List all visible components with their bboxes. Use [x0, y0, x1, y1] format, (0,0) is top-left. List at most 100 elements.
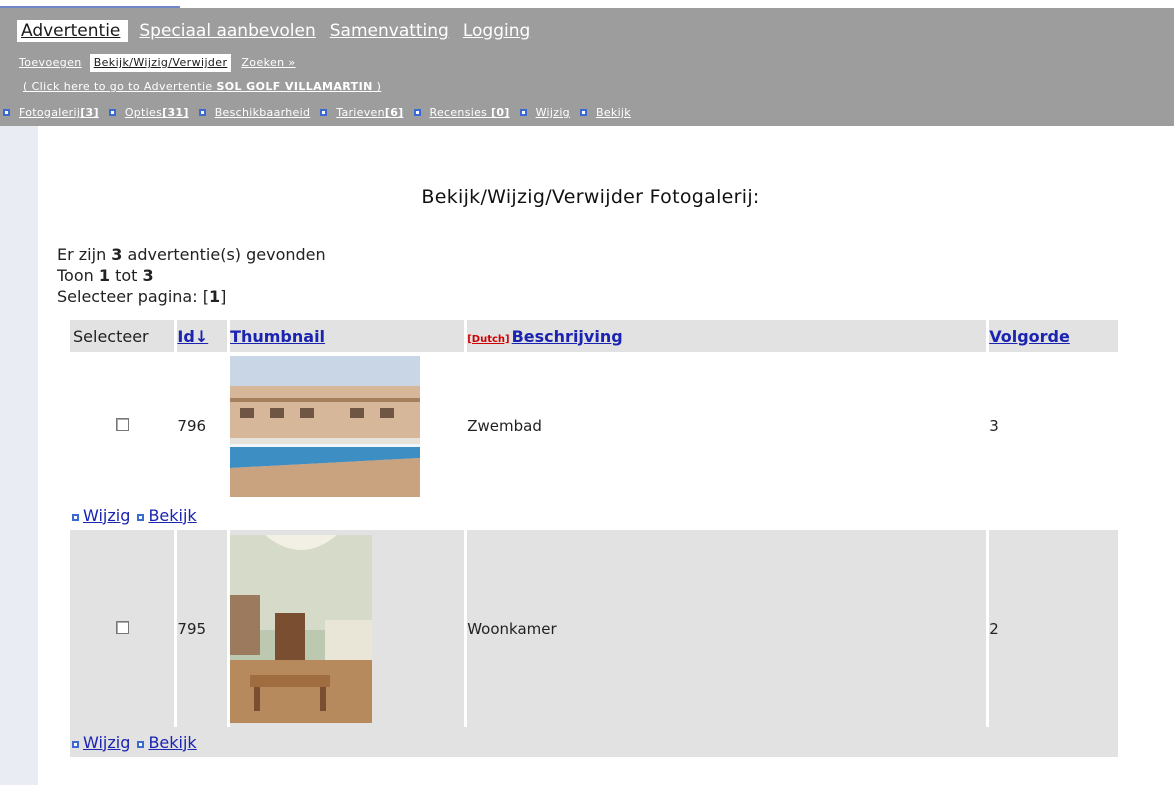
sub-nav: Toevoegen Bekijk/Wijzig/Verwijder Zoeken… [19, 54, 304, 72]
section-label: Recensies [0] [430, 106, 510, 119]
go-to-advert-link[interactable]: ( Click here to go to Advertentie SOL GO… [23, 80, 381, 93]
bullet-icon [579, 109, 587, 116]
header-thumbnail: Thumbnail [230, 320, 465, 352]
sort-thumbnail-link[interactable]: Thumbnail [230, 327, 325, 346]
go-to-advert-prefix: ( Click here to go to Advertentie [23, 80, 217, 93]
edit-link[interactable]: Wijzig [83, 733, 130, 752]
bullet-icon [519, 109, 527, 116]
show-to: 3 [142, 266, 154, 285]
section-bekijk-label: Bekijk [595, 106, 631, 119]
page-current[interactable]: 1 [209, 287, 220, 306]
bullet-icon [72, 513, 79, 521]
section-beschikbaarheid[interactable]: Beschikbaarheid [198, 106, 311, 119]
section-label: Tarieven[6] [336, 106, 403, 119]
section-fotogalerij-label: Fotogalerij [19, 106, 81, 119]
tab-samenvatting[interactable]: Samenvatting [330, 20, 449, 42]
show-from: 1 [98, 266, 110, 285]
section-label: Fotogalerij[3] [19, 106, 99, 119]
bullet-icon [72, 740, 79, 748]
found-prefix: Er zijn [57, 245, 112, 264]
subtab-toevoegen[interactable]: Toevoegen [19, 54, 82, 72]
bullet-icon [413, 109, 421, 116]
edit-link[interactable]: Wijzig [83, 506, 130, 525]
page-prefix: Selecteer pagina: [ [57, 287, 209, 306]
section-label: Beschikbaarheid [215, 106, 311, 119]
sort-id-link[interactable]: Id↓ [177, 327, 208, 346]
page-suffix: ] [220, 287, 227, 306]
top-strip [0, 0, 1174, 8]
section-recensies-label: Recensies [429, 106, 491, 119]
section-tarieven[interactable]: Tarieven[6] [320, 106, 403, 119]
select-checkbox[interactable] [115, 620, 129, 634]
admin-header: Advertentie Speciaal aanbevolen Samenvat… [0, 8, 1174, 126]
show-mid: tot [110, 266, 143, 285]
found-line: Er zijn 3 advertentie(s) gevonden [57, 244, 326, 265]
bullet-icon [3, 109, 10, 116]
thumbnail-cell [230, 530, 465, 727]
select-cell [70, 530, 175, 727]
section-recensies[interactable]: Recensies [0] [413, 106, 510, 119]
sort-order-link[interactable]: Volgorde [989, 327, 1070, 346]
section-wijzig[interactable]: Wijzig [519, 106, 570, 119]
subtab-zoeken[interactable]: Zoeken » [241, 54, 295, 72]
header-id: Id↓ [177, 320, 228, 352]
show-line: Toon 1 tot 3 [57, 265, 326, 286]
advert-name: SOL GOLF VILLAMARTIN [216, 80, 373, 93]
show-prefix: Toon [57, 266, 99, 285]
row-actions: Wijzig Bekijk [70, 500, 1118, 530]
actions-cell: Wijzig Bekijk [70, 500, 1118, 530]
select-checkbox[interactable] [115, 418, 129, 431]
tab-speciaal-aanbevolen[interactable]: Speciaal aanbevolen [139, 20, 315, 42]
thumbnail-cell [230, 352, 464, 500]
bullet-icon [320, 109, 328, 116]
description-cell: Zwembad [467, 417, 542, 435]
row-actions: Wijzig Bekijk [70, 727, 1118, 757]
section-label: Wijzig [536, 106, 570, 119]
page-title: Bekijk/Wijzig/Verwijder Fotogalerij: [38, 186, 1038, 208]
content-panel: Bekijk/Wijzig/Verwijder Fotogalerij: Er … [38, 126, 1174, 785]
bullet-icon [137, 740, 145, 748]
gallery-table: Selecteer Id↓ Thumbnail [Dutch] Beschrijv… [67, 320, 1121, 757]
section-bekijk[interactable]: Bekijk [579, 106, 631, 119]
language-tag[interactable]: [Dutch] [467, 334, 509, 345]
bullet-icon [137, 513, 145, 521]
table-row: 795 Woonkamer 2 [70, 530, 1118, 727]
table-header-row: Selecteer Id↓ Thumbnail [Dutch] Beschrijv… [70, 320, 1118, 352]
go-to-advert-suffix: ) [372, 80, 382, 93]
found-suffix: advertentie(s) gevonden [122, 245, 326, 264]
section-label: Bekijk [596, 106, 631, 119]
actions-cell: Wijzig Bekijk [70, 727, 1118, 757]
select-cell [70, 352, 174, 500]
order-cell: 3 [989, 417, 999, 435]
header-select: Selecteer [70, 320, 175, 352]
section-opties[interactable]: Opties[31] [108, 106, 189, 119]
tab-logging[interactable]: Logging [463, 20, 530, 42]
sort-description-link[interactable]: Beschrijving [512, 327, 623, 346]
header-order: Volgorde [989, 320, 1118, 352]
section-recensies-count: [0] [491, 106, 510, 119]
living-room-photo-thumbnail[interactable] [230, 534, 373, 723]
description-cell: Woonkamer [467, 530, 987, 727]
table-row: 796 Zwembad 3 [70, 352, 1118, 500]
subtab-bekijk-wijzig-verwijder[interactable]: Bekijk/Wijzig/Verwijder [89, 54, 232, 72]
section-opties-count: [31] [162, 106, 189, 119]
tab-advertentie[interactable]: Advertentie [17, 20, 129, 42]
pool-photo-thumbnail[interactable] [230, 355, 421, 497]
section-fotogalerij[interactable]: Fotogalerij[3] [3, 106, 99, 119]
page-title-text: Bekijk/Wijzig/Verwijder Fotogalerij: [421, 186, 760, 208]
section-beschikbaarheid-label: Beschikbaarheid [214, 106, 311, 119]
pagination-line: Selecteer pagina: [1] [57, 286, 326, 307]
section-opties-label: Opties [124, 106, 163, 119]
main-nav: Advertentie Speciaal aanbevolen Samenvat… [17, 20, 544, 42]
view-link[interactable]: Bekijk [148, 733, 196, 752]
section-nav: Fotogalerij[3] Opties[31] Beschikbaarhei… [3, 106, 641, 119]
view-link[interactable]: Bekijk [148, 506, 196, 525]
section-fotogalerij-count: [3] [80, 106, 99, 119]
bullet-icon [108, 109, 116, 116]
header-description: [Dutch] Beschrijving [467, 320, 987, 352]
order-cell: 2 [989, 530, 1118, 727]
section-wijzig-label: Wijzig [535, 106, 570, 119]
section-label: Opties[31] [125, 106, 189, 119]
found-count: 3 [111, 245, 123, 264]
bullet-icon [198, 109, 206, 116]
